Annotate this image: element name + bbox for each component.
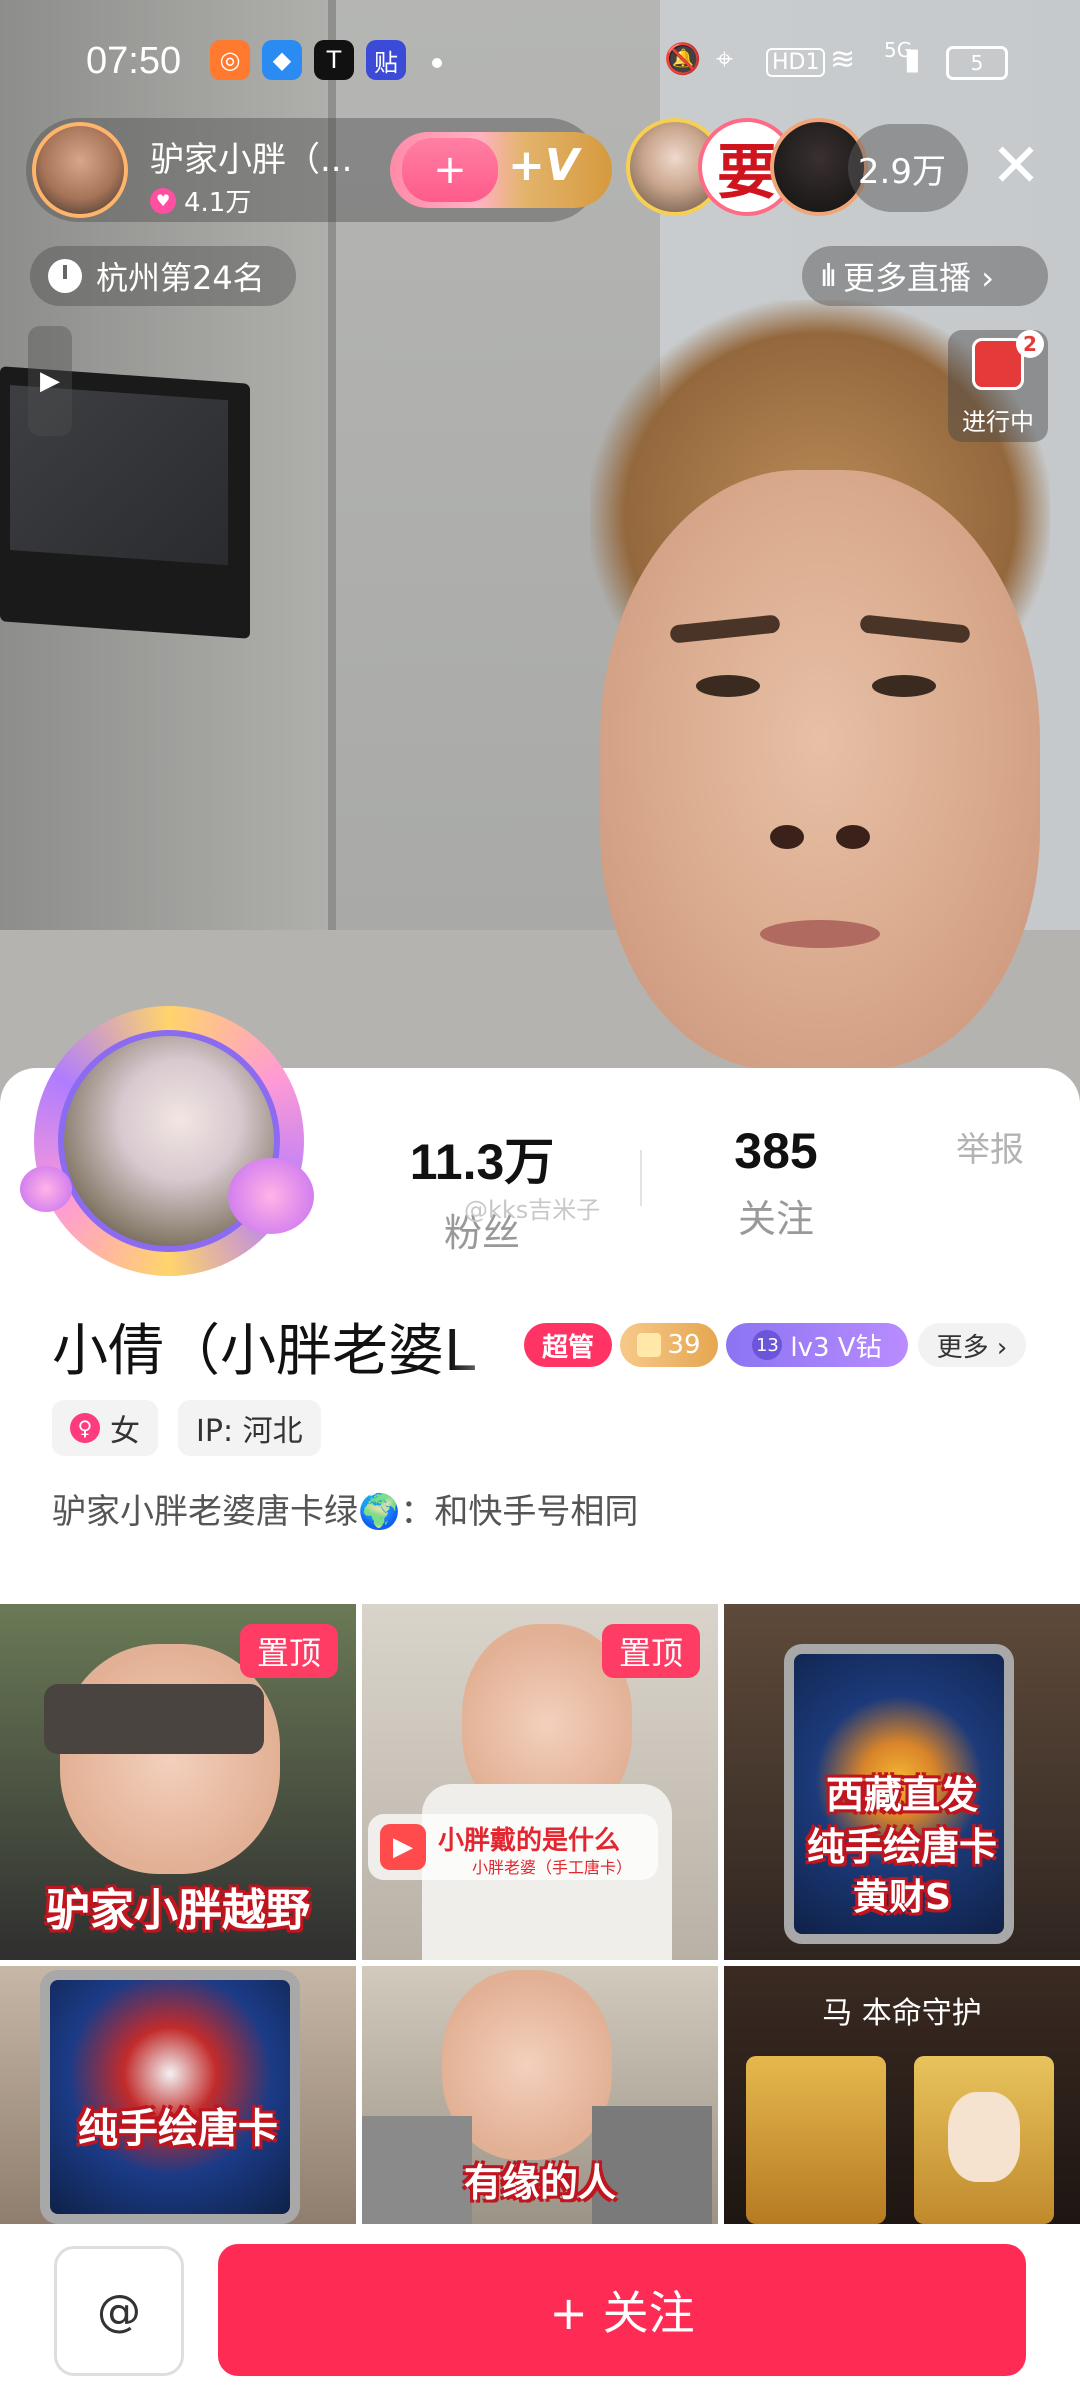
profile-bio: 驴家小胖老婆唐卡绿🌍：和快手号相同: [52, 1492, 639, 1532]
user-level-badge: 13 lv3 V钻: [726, 1323, 908, 1367]
host-name: 驴家小胖（...: [150, 140, 353, 180]
video-tile[interactable]: 有缘的人: [362, 1966, 718, 2224]
tile-caption: 有缘的人: [463, 2161, 616, 2205]
tile-caption: 驴家小胖越野: [46, 1885, 310, 1936]
more-live-button[interactable]: ılı 更多直播 ›: [802, 246, 1048, 306]
location-icon: ⌖: [716, 42, 733, 77]
top-viewers[interactable]: 要 2.9万: [626, 118, 968, 222]
mute-icon: 🔕: [664, 42, 702, 77]
female-icon: ♀: [70, 1413, 100, 1443]
wifi-icon: ≋: [830, 42, 856, 77]
in-progress-count-badge: 2: [1016, 330, 1044, 358]
close-icon[interactable]: ✕: [988, 136, 1044, 196]
tile-caption-3: 黄财S: [853, 1877, 951, 1918]
thangka-box: [746, 2056, 886, 2224]
hd-network-icon: HD1: [766, 48, 826, 77]
ip-location-label: IP: 河北: [196, 1414, 303, 1449]
thangka-box: [914, 2056, 1054, 2224]
ip-location-chip: IP: 河北: [178, 1400, 321, 1456]
host-likes-count: 4.1万: [184, 188, 252, 218]
city-rank-label: 杭州第24名: [96, 259, 265, 297]
tile-stamp: ▶ 小胖戴的是什么 小胖老婆（手工唐卡）: [368, 1814, 658, 1880]
tile-header: 马 本命守护: [822, 1996, 982, 2031]
video-tile[interactable]: 纯手绘唐卡: [0, 1966, 356, 2224]
more-live-label: 更多直播 ›: [843, 259, 994, 297]
following-stat[interactable]: 385 关注: [676, 1122, 876, 1243]
clock-icon: [48, 259, 82, 293]
bars-icon: ılı: [820, 258, 837, 294]
host-info-pill[interactable]: 驴家小胖（... ♥ 4.1万 + +V: [26, 118, 612, 222]
watermark: @kks吉米子: [464, 1196, 601, 1224]
works-grid: 置顶 驴家小胖越野 置顶 ▶ 小胖戴的是什么 小胖老婆（手工唐卡） 西藏直发 纯…: [0, 1604, 1080, 2224]
side-panel-toggle[interactable]: ▶: [28, 326, 72, 436]
gold-cube-icon: [637, 1333, 662, 1357]
more-badges-button[interactable]: 更多 ›: [918, 1323, 1026, 1367]
level-text: lv3 V钻: [790, 1332, 882, 1363]
gender-chip: ♀ 女: [52, 1400, 158, 1456]
status-bar: 07:50 ◎ ◆ T 贴 🔕 ⌖ HD1 ≋ 5G ▮ 5: [0, 30, 1080, 90]
host-likes: ♥ 4.1万: [150, 182, 251, 219]
host-follow-group[interactable]: + +V: [390, 132, 612, 208]
gold-level-count: 39: [667, 1330, 701, 1360]
video-tile[interactable]: 置顶 ▶ 小胖戴的是什么 小胖老婆（手工唐卡）: [362, 1604, 718, 1960]
notification-more-dot: [432, 58, 442, 68]
level-num: 13: [752, 1330, 783, 1360]
mention-button[interactable]: @: [54, 2246, 184, 2376]
city-rank-pill[interactable]: 杭州第24名: [30, 246, 296, 306]
follow-heart-button[interactable]: +: [402, 138, 498, 202]
video-camera-icon: ▶: [380, 1824, 426, 1870]
gold-level-badge: 39: [620, 1323, 718, 1367]
battery-icon: 5: [946, 46, 1008, 80]
admin-badge: 超管: [524, 1323, 612, 1367]
in-progress-widget[interactable]: 2 进行中: [948, 330, 1048, 442]
followers-value: 11.3万: [409, 1134, 555, 1190]
video-tile[interactable]: 马 本命守护: [724, 1966, 1080, 2224]
video-tile[interactable]: 西藏直发 纯手绘唐卡 黄财S: [724, 1604, 1080, 1960]
heart-icon: ♥: [150, 187, 176, 214]
bottom-action-bar: @ + 关注: [0, 2224, 1080, 2400]
video-tile[interactable]: 置顶 驴家小胖越野: [0, 1604, 356, 1960]
stamp-subtitle: 小胖老婆（手工唐卡）: [472, 1858, 633, 1877]
profile-avatar-frame[interactable]: [34, 1006, 304, 1276]
join-fan-club-button[interactable]: +V: [508, 140, 579, 191]
tile-caption-1: 西藏直发: [825, 1773, 978, 1817]
follow-button[interactable]: + 关注: [218, 2244, 1026, 2376]
stat-divider: [640, 1150, 642, 1206]
pinned-badge: 置顶: [240, 1624, 338, 1678]
following-value: 385: [734, 1123, 818, 1179]
report-button[interactable]: 举报: [956, 1122, 1024, 1171]
status-time: 07:50: [86, 40, 182, 82]
signal-bars-icon: ▮: [904, 42, 921, 77]
notification-app-icon: ◎: [210, 40, 250, 80]
tile-caption: 纯手绘唐卡: [78, 2106, 278, 2152]
decor-heart-icon: [228, 1158, 314, 1234]
notification-post-icon: 贴: [366, 40, 406, 80]
host-avatar[interactable]: [32, 122, 128, 218]
following-label: 关注: [737, 1197, 814, 1241]
sunglasses: [44, 1684, 264, 1754]
notification-tiktok-icon: T: [314, 40, 354, 80]
gender-label: 女: [110, 1414, 140, 1449]
pinned-badge: 置顶: [602, 1624, 700, 1678]
tile-caption-2: 纯手绘唐卡: [806, 1825, 997, 1869]
stamp-title: 小胖戴的是什么: [438, 1826, 621, 1856]
viewer-count-button[interactable]: 2.9万: [848, 124, 968, 212]
name-fade: [450, 1300, 530, 1380]
notification-app-icon: ◆: [262, 40, 302, 80]
decor-heart-icon: [20, 1166, 72, 1212]
in-progress-label: 进行中: [962, 408, 1034, 436]
